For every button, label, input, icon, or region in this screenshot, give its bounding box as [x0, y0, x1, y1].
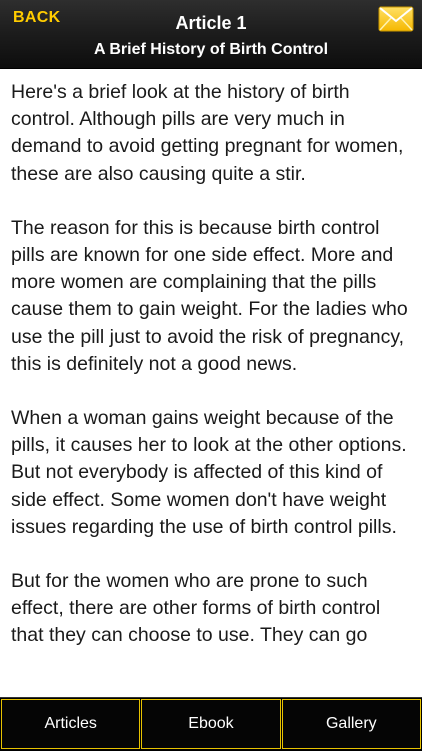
tab-articles[interactable]: Articles [1, 699, 141, 749]
article-paragraph: When a woman gains weight because of the… [11, 407, 407, 538]
bottom-tab-bar: Articles Ebook Gallery [0, 697, 422, 751]
article-scroll-area[interactable]: Here's a brief look at the history of bi… [0, 69, 422, 697]
tab-gallery[interactable]: Gallery [281, 699, 421, 749]
tab-ebook[interactable]: Ebook [141, 699, 281, 749]
article-title: Article 1 [175, 13, 247, 33]
article-subtitle: A Brief History of Birth Control [93, 41, 329, 58]
article-paragraph: The reason for this is because birth con… [11, 216, 408, 375]
envelope-icon[interactable] [378, 6, 414, 32]
article-paragraph: But for the women who are prone to such … [11, 570, 381, 647]
article-body: Here's a brief look at the history of bi… [0, 69, 422, 650]
article-paragraph: Here's a brief look at the history of bi… [11, 81, 404, 185]
navigation-header: BACK Article 1 A Brief History of Birth … [0, 0, 422, 69]
